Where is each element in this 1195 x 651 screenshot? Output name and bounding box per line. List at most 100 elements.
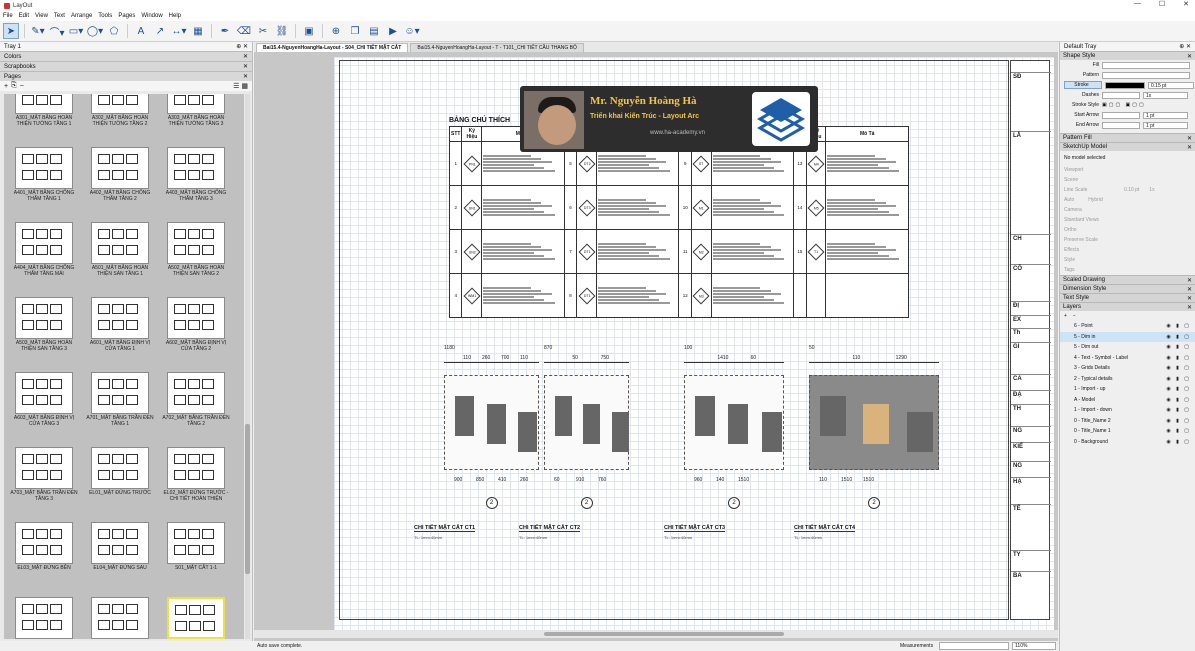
tags-row[interactable]: Tags: [1060, 265, 1195, 275]
minimize-button[interactable]: —: [1134, 0, 1141, 8]
page-thumbnail[interactable]: A702_MẶT BẰNG TRẦN ĐÈN TẦNG 2: [160, 372, 232, 427]
layer-visibility-lock-icon[interactable]: ◉ ▮ ▢: [1166, 355, 1191, 361]
join-tool-icon[interactable]: ⛓: [274, 23, 290, 39]
duplicate-page-icon[interactable]: ❐: [347, 23, 363, 39]
close-icon[interactable]: ✕: [243, 53, 248, 60]
layer-row[interactable]: 1 - Import - down ◉ ▮ ▢: [1060, 405, 1195, 416]
layer-row[interactable]: 6 - Point ◉ ▮ ▢: [1060, 321, 1195, 332]
layer-row[interactable]: 0 - Title_Name 1 ◉ ▮ ▢: [1060, 426, 1195, 437]
layer-row[interactable]: A - Model ◉ ▮ ▢: [1060, 395, 1195, 406]
preserve-scale-label[interactable]: Preserve Scale: [1064, 237, 1098, 243]
layer-visibility-lock-icon[interactable]: ◉ ▮ ▢: [1166, 386, 1191, 392]
stroke-color-swatch[interactable]: [1105, 81, 1145, 89]
presentation-icon[interactable]: ▶: [385, 23, 401, 39]
style-tool-icon[interactable]: ✒: [217, 23, 233, 39]
style-row[interactable]: Style: [1060, 255, 1195, 265]
menu-edit[interactable]: Edit: [19, 13, 29, 19]
close-icon[interactable]: ✕: [1187, 286, 1192, 293]
layer-row[interactable]: 0 - Background ◉ ▮ ▢: [1060, 437, 1195, 448]
scrollbar-thumb[interactable]: [245, 424, 250, 574]
layer-row[interactable]: 5 - Dim out ◉ ▮ ▢: [1060, 342, 1195, 353]
panel-pages[interactable]: Pages ✕: [0, 71, 252, 81]
close-icon[interactable]: ✕: [243, 73, 248, 80]
layer-visibility-lock-icon[interactable]: ◉ ▮ ▢: [1166, 344, 1191, 350]
end-arrow-size[interactable]: 1 pt: [1143, 121, 1188, 129]
page-thumbnail[interactable]: A701_MẶT BẰNG TRẦN ĐÈN TẦNG 1: [84, 372, 156, 427]
pages-scrollbar[interactable]: [245, 94, 250, 639]
stroke-toggle[interactable]: Stroke: [1064, 81, 1102, 89]
panel-text-style[interactable]: Text Style ✕: [1060, 293, 1195, 302]
auto-checkbox-label[interactable]: Auto: [1064, 197, 1074, 203]
page-thumbnail[interactable]: A502_MẶT BẰNG HOÀN THIỆN SÀN TẦNG 2: [160, 222, 232, 277]
dimension-tool-icon[interactable]: ↔▾: [171, 23, 187, 39]
menu-text[interactable]: Text: [54, 13, 65, 19]
close-icon[interactable]: ✕: [1187, 144, 1192, 151]
select-tool-icon[interactable]: ➤: [3, 23, 19, 39]
line-scale-value[interactable]: 0.10 pt: [1124, 187, 1139, 193]
page-thumbnail[interactable]: A402_MẶT BẰNG CHỐNG THẤM TẦNG 2: [84, 147, 156, 202]
page-thumbnail[interactable]: S04_CHI TIẾT MẶT CẮT: [160, 597, 232, 639]
line-tool-icon[interactable]: ✎▾: [30, 23, 46, 39]
label-tool-icon[interactable]: ↗: [152, 23, 168, 39]
duplicate-page-icon[interactable]: ⎘: [11, 82, 17, 90]
panel-shape-style[interactable]: Shape Style ✕: [1060, 51, 1195, 60]
page-thumbnail[interactable]: EL04_MẶT ĐỨNG SAU: [84, 522, 156, 571]
render-mode[interactable]: Hybrid: [1088, 197, 1102, 203]
panel-pattern-fill[interactable]: Pattern Fill ✕: [1060, 133, 1195, 142]
close-icon[interactable]: ✕: [1187, 135, 1192, 142]
circle-tool-icon[interactable]: ◯▾: [87, 23, 103, 39]
page-thumbnail[interactable]: A703_MẶT BẰNG TRẦN ĐÈN TẦNG 3: [8, 447, 80, 502]
dashes-select[interactable]: [1102, 91, 1140, 99]
layer-row[interactable]: 3 - Grids Details ◉ ▮ ▢: [1060, 363, 1195, 374]
polygon-tool-icon[interactable]: ⬠: [106, 23, 122, 39]
end-arrow-select[interactable]: [1102, 121, 1140, 129]
menu-view[interactable]: View: [35, 13, 48, 19]
eraser-tool-icon[interactable]: ⌫: [236, 23, 252, 39]
section-detail-view[interactable]: [544, 375, 629, 470]
close-icon[interactable]: ✕: [1187, 295, 1192, 302]
section-detail-view[interactable]: [809, 375, 939, 470]
layer-row[interactable]: 5 - Dim in ◉ ▮ ▢: [1060, 331, 1195, 342]
page-thumbnail[interactable]: EL01_MẶT ĐỨNG TRƯỚC: [84, 447, 156, 496]
fill-swatch[interactable]: [1102, 61, 1190, 69]
remove-layer-icon[interactable]: −: [1073, 313, 1076, 319]
menu-pages[interactable]: Pages: [118, 13, 135, 19]
zoom-select[interactable]: 110%: [1012, 642, 1056, 650]
page-thumbnail[interactable]: A303_MẶT BẰNG HOÀN THIỆN TƯỜNG TẦNG 3: [160, 94, 232, 127]
page-thumbnail[interactable]: S03_MẶT CẮT 3-3, 4-4: [84, 597, 156, 639]
arc-tool-icon[interactable]: ⌒▾: [49, 23, 65, 39]
layer-visibility-lock-icon[interactable]: ◉ ▮ ▢: [1166, 365, 1191, 371]
page-thumbnail[interactable]: S01_MẶT CẮT 1-1: [160, 522, 232, 571]
menu-arrange[interactable]: Arrange: [71, 13, 92, 19]
page-thumbnail[interactable]: A403_MẶT BẰNG CHỐNG THẤM TẦNG 3: [160, 147, 232, 202]
page-thumbnail[interactable]: A501_MẶT BẰNG HOÀN THIỆN SÀN TẦNG 1: [84, 222, 156, 277]
screen-mode-icon[interactable]: ▣: [301, 23, 317, 39]
tray-pin-icon[interactable]: ⊕ ✕: [236, 43, 248, 50]
start-arrow-size[interactable]: 1 pt: [1143, 111, 1188, 119]
delete-page-icon[interactable]: ▤: [366, 23, 382, 39]
page-thumbnail[interactable]: A602_MẶT BẰNG ĐỊNH VỊ CỬA TẦNG 2: [160, 297, 232, 352]
close-icon[interactable]: ✕: [243, 63, 248, 70]
close-icon[interactable]: ✕: [1187, 304, 1192, 311]
text-tool-icon[interactable]: A: [133, 23, 149, 39]
rectangle-tool-icon[interactable]: ▭▾: [68, 23, 84, 39]
line-scale-x[interactable]: 1x: [1149, 187, 1154, 193]
split-tool-icon[interactable]: ✂: [255, 23, 271, 39]
layer-visibility-lock-icon[interactable]: ◉ ▮ ▢: [1166, 334, 1191, 340]
page-thumbnail[interactable]: A601_MẶT BẰNG ĐỊNH VỊ CỬA TẦNG 1: [84, 297, 156, 352]
layer-visibility-lock-icon[interactable]: ◉ ▮ ▢: [1166, 418, 1191, 424]
doc-tab-active[interactable]: Bai15.4-NguyenHoangHa-Layout - S04_CHI T…: [256, 43, 409, 52]
layer-row[interactable]: 4 - Text - Symbol - Label ◉ ▮ ▢: [1060, 353, 1195, 364]
panel-scaled-drawing[interactable]: Scaled Drawing ✕: [1060, 275, 1195, 284]
add-page-icon[interactable]: ⊕: [328, 23, 344, 39]
close-icon[interactable]: ✕: [1187, 53, 1192, 60]
stroke-width-input[interactable]: 0.15 pt: [1148, 81, 1194, 89]
stroke-cap-icons[interactable]: ▣▢▢ ▣▢▢: [1102, 102, 1146, 108]
page-thumbnail[interactable]: A503_MẶT BẰNG HOÀN THIỆN SÀN TẦNG 3: [8, 297, 80, 352]
add-page-icon[interactable]: +: [4, 83, 8, 90]
layer-visibility-lock-icon[interactable]: ◉ ▮ ▢: [1166, 376, 1191, 382]
horizontal-scrollbar[interactable]: [254, 630, 1058, 638]
menu-tools[interactable]: Tools: [98, 13, 112, 19]
remove-page-icon[interactable]: −: [20, 83, 24, 90]
page-thumbnail[interactable]: A404_MẶT BẰNG CHỐNG THẤM TẦNG MÁI: [8, 222, 80, 277]
